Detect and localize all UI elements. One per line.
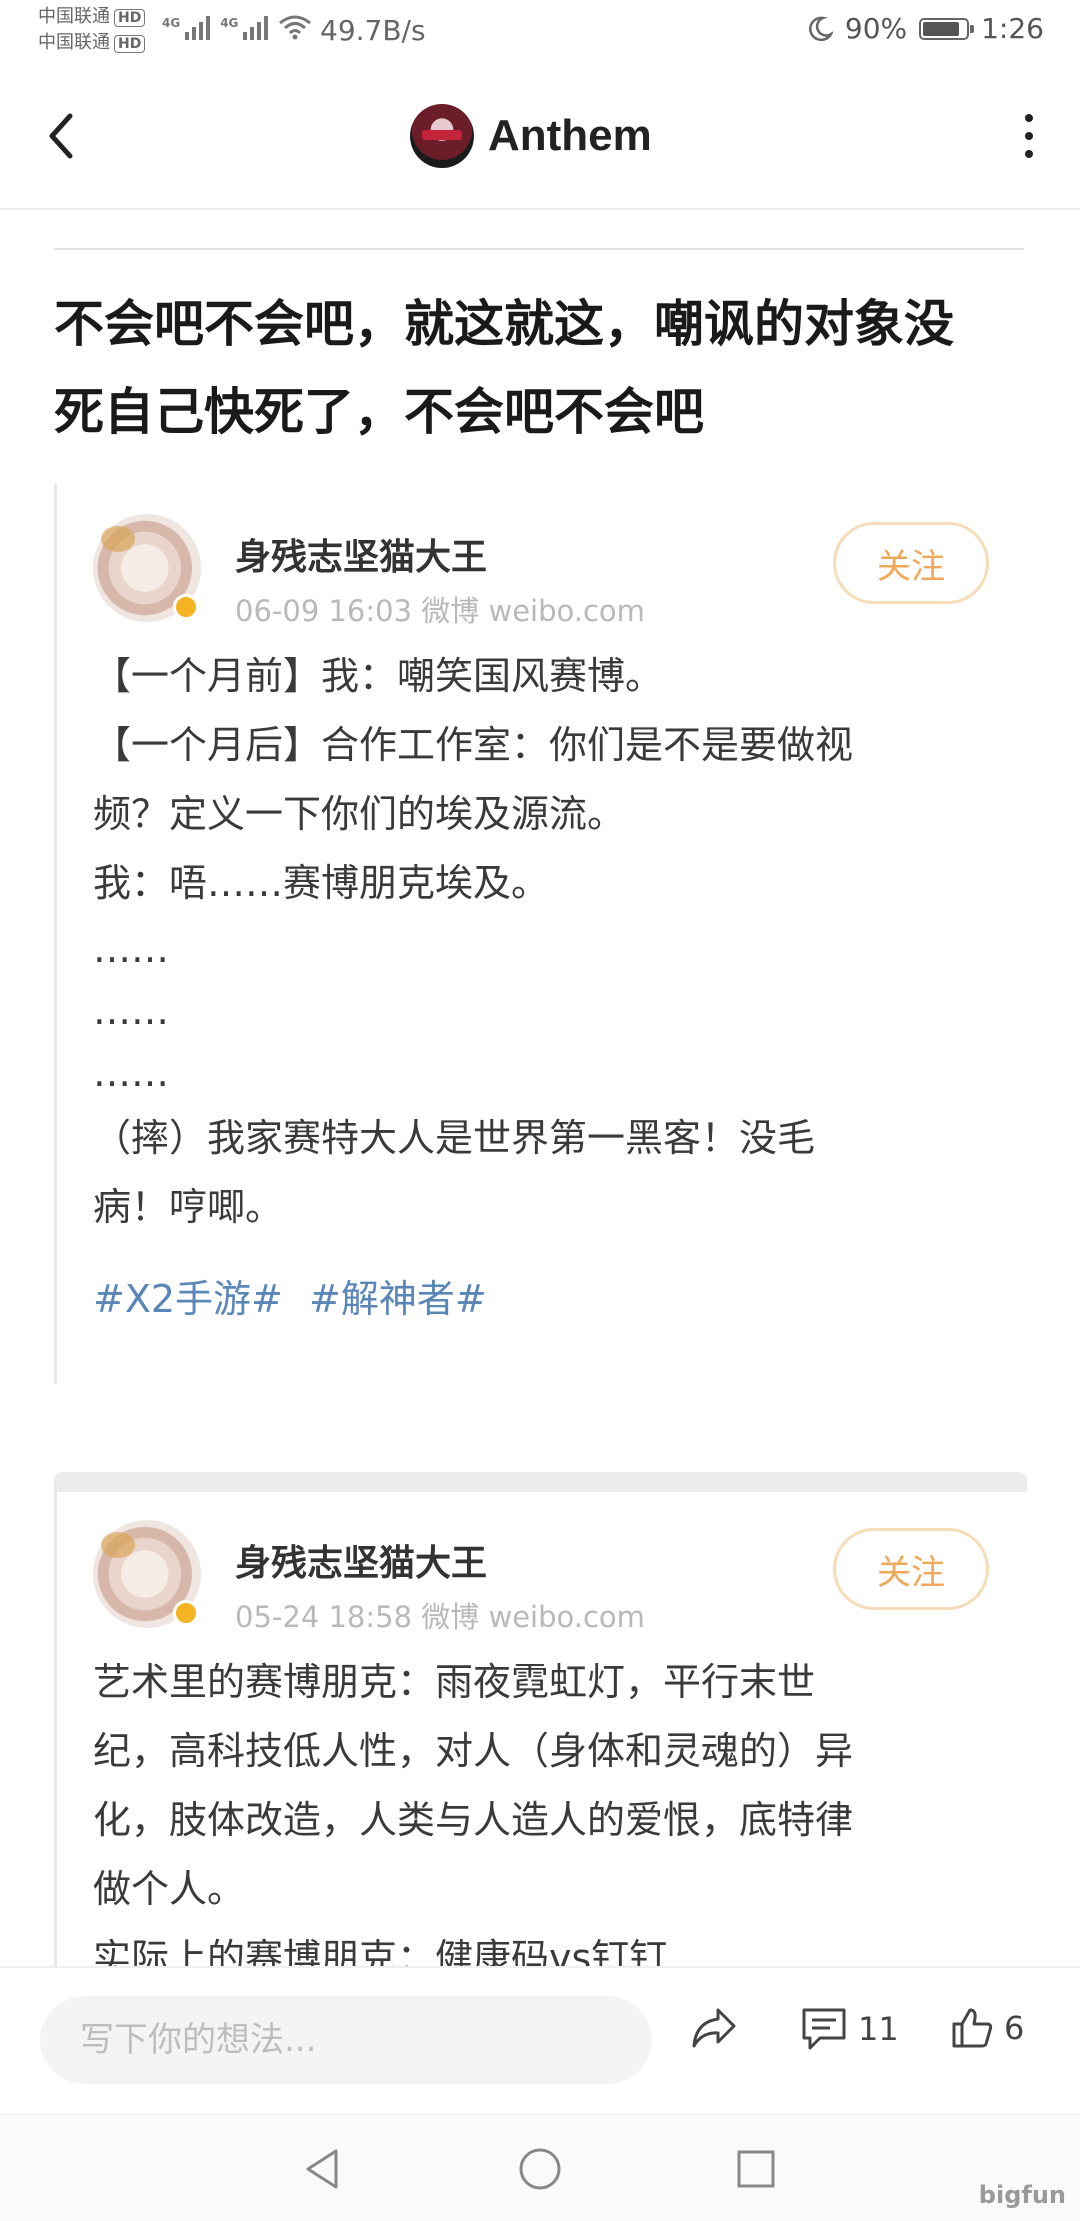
author-name[interactable]: 身残志坚猫大王 <box>235 1534 487 1586</box>
triangle-back-icon <box>306 2149 338 2189</box>
share-button[interactable] <box>690 2006 738 2050</box>
post-meta: 06-09 16:03 微博 weibo.com <box>235 594 645 628</box>
follow-button[interactable]: 关注 <box>833 522 989 604</box>
text-line: 实际上的赛博朋克：健康码vs钉钉 <box>93 1936 668 1966</box>
comments-button[interactable]: 11 <box>800 2006 899 2052</box>
comment-action-bar: 写下你的想法... 11 6 <box>0 1966 1080 2116</box>
text-line: 病！哼唧。 <box>93 1185 284 1229</box>
wifi-icon <box>279 15 312 40</box>
text-line: 频？定义一下你们的埃及源流。 <box>93 792 626 836</box>
post-meta: 05-24 18:58 微博 weibo.com <box>235 1600 645 1634</box>
text-line: 【一个月后】合作工作室：你们是不是要做视 <box>93 723 854 767</box>
verified-badge-icon <box>173 1600 199 1626</box>
battery-percent: 90% <box>844 12 908 45</box>
post-title-line: 不会吧不会吧，就这就这，嘲讽的对象没 <box>54 295 954 353</box>
weibo-card: 身残志坚猫大王 06-09 16:03 微博 weibo.com 关注 【一个月… <box>54 484 1027 1384</box>
battery-icon <box>919 17 975 40</box>
like-count: 6 <box>1004 2009 1025 2047</box>
more-options-button[interactable] <box>1014 114 1044 158</box>
net-speed: 49.7B/s <box>320 14 426 47</box>
back-button[interactable] <box>40 106 80 166</box>
clock: 1:26 <box>981 12 1044 45</box>
signal-icon: 4G <box>162 16 211 40</box>
hashtags: #X2手游# #解神者# <box>93 1268 501 1323</box>
carrier-top: 中国联通 <box>38 6 110 27</box>
signal-indicators: 4G 4G <box>162 14 312 40</box>
divider <box>54 248 1024 250</box>
post-title: 不会吧不会吧，就这就这，嘲讽的对象没 死自己快死了，不会吧不会吧 <box>54 280 1034 456</box>
text-line: 我：唔……赛博朋克埃及。 <box>93 861 550 905</box>
hd-badge: HD <box>114 35 146 53</box>
hashtag-link[interactable]: #解神者# <box>309 1277 487 1321</box>
text-line: 化，肢体改造，人类与人造人的爱恨，底特律 <box>93 1798 854 1842</box>
weibo-text: 【一个月前】我：嘲笑国风赛博。 【一个月后】合作工作室：你们是不是要做视 频？定… <box>93 642 1013 1242</box>
network-type: 4G <box>220 16 239 30</box>
share-icon <box>692 2008 736 2048</box>
hashtag-link[interactable]: #X2手游# <box>93 1277 283 1321</box>
author-avatar[interactable] <box>93 514 201 622</box>
text-line: （摔）我家赛特大人是世界第一黑客！没毛 <box>93 1116 816 1160</box>
signal-icon: 4G <box>220 16 269 40</box>
nav-recents-button[interactable] <box>732 2145 780 2193</box>
status-right: 90% 1:26 <box>807 12 1044 45</box>
comment-count: 11 <box>858 2010 899 2048</box>
text-line: 【一个月前】我：嘲笑国风赛博。 <box>93 654 664 698</box>
thumbs-up-icon <box>952 2008 993 2048</box>
text-line: …… <box>93 1051 169 1095</box>
nav-back-button[interactable] <box>298 2145 346 2193</box>
carrier-info: 中国联通 HD 中国联通 HD <box>38 4 146 56</box>
author-avatar[interactable] <box>93 1520 201 1628</box>
comment-input[interactable]: 写下你的想法... <box>40 1996 652 2084</box>
chevron-left-icon <box>49 113 73 159</box>
post-content[interactable]: 不会吧不会吧，就这就这，嘲讽的对象没 死自己快死了，不会吧不会吧 身残志坚猫大王… <box>0 210 1080 1966</box>
author-name[interactable]: 身残志坚猫大王 <box>235 528 487 580</box>
top-bar: Anthem <box>0 64 1080 210</box>
post-title-line: 死自己快死了，不会吧不会吧 <box>54 383 704 441</box>
circle-home-icon <box>519 2148 561 2190</box>
hd-badge: HD <box>114 9 146 27</box>
weibo-card: 身残志坚猫大王 05-24 18:58 微博 weibo.com 关注 艺术里的… <box>54 1472 1027 1966</box>
text-line: 做个人。 <box>93 1867 246 1911</box>
text-line: …… <box>93 989 169 1033</box>
like-button[interactable]: 6 <box>950 2006 1024 2050</box>
follow-button[interactable]: 关注 <box>833 1528 989 1610</box>
nav-home-button[interactable] <box>516 2145 564 2193</box>
system-nav-bar: bigfun <box>0 2114 1080 2221</box>
comment-icon <box>802 2008 846 2050</box>
verified-badge-icon <box>173 594 199 620</box>
square-recents-icon <box>737 2150 775 2188</box>
text-line: 纪，高科技低人性，对人（身体和灵魂的）异 <box>93 1729 854 1773</box>
channel-header[interactable]: Anthem <box>410 104 652 168</box>
network-type: 4G <box>162 16 181 30</box>
text-line: …… <box>93 927 169 971</box>
text-line: 艺术里的赛博朋克：雨夜霓虹灯，平行末世 <box>93 1660 816 1704</box>
weibo-text: 艺术里的赛博朋克：雨夜霓虹灯，平行末世 纪，高科技低人性，对人（身体和灵魂的）异… <box>93 1648 1013 1966</box>
channel-title: Anthem <box>488 111 652 160</box>
carrier-bottom: 中国联通 <box>38 32 110 53</box>
moon-icon <box>808 16 833 41</box>
channel-avatar[interactable] <box>410 104 474 168</box>
watermark-logo: bigfun <box>978 2181 1066 2209</box>
status-bar: 中国联通 HD 中国联通 HD 4G 4G 49.7B/s 90% 1:26 <box>0 0 1080 64</box>
